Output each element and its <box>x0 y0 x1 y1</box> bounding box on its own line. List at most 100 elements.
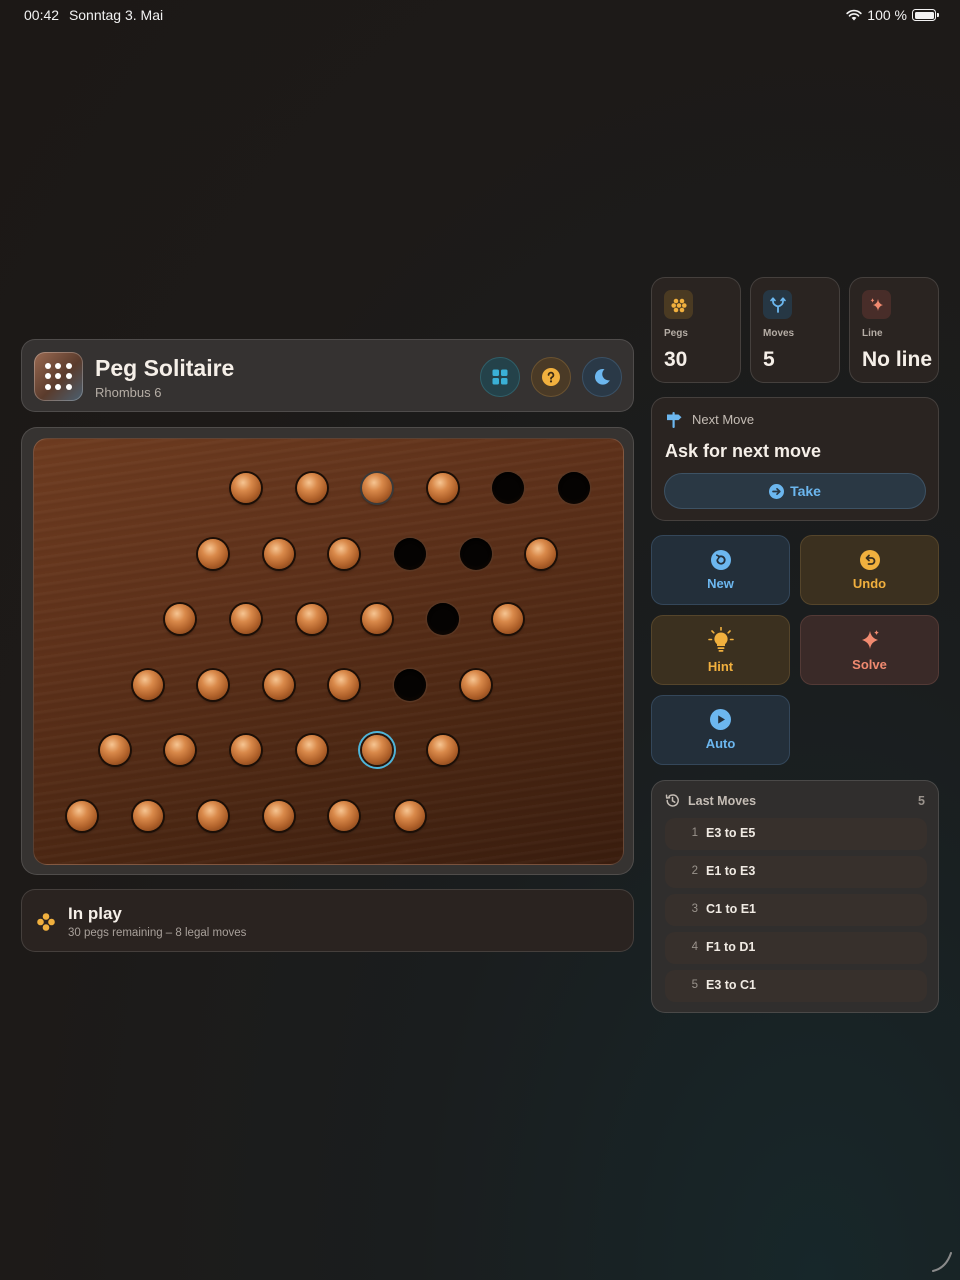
moon-icon <box>594 369 610 385</box>
move-number: 5 <box>691 979 698 991</box>
layout-button[interactable] <box>480 357 520 397</box>
peg[interactable] <box>231 604 261 635</box>
app-icon <box>34 352 83 401</box>
game-status-card: In play 30 pegs remaining – 8 legal move… <box>21 889 634 952</box>
next-move-label: Next Move <box>692 412 755 427</box>
peg[interactable] <box>132 669 163 700</box>
peg[interactable] <box>427 735 458 766</box>
restart-icon <box>710 549 731 570</box>
peg[interactable] <box>165 604 196 635</box>
empty-hole[interactable] <box>394 537 426 570</box>
auto-play-button[interactable]: Auto <box>651 695 790 765</box>
take-button-label: Take <box>790 483 821 499</box>
undo-button[interactable]: Undo <box>800 535 939 605</box>
move-history-item[interactable]: 4 F1 to D1 <box>665 932 927 964</box>
undo-icon <box>859 549 880 570</box>
empty-hole[interactable] <box>492 472 525 504</box>
resize-handle-icon <box>932 1252 952 1272</box>
pegs-cluster-icon <box>37 913 55 931</box>
peg[interactable] <box>231 735 261 766</box>
move-text: E1 to E3 <box>706 864 756 878</box>
peg[interactable] <box>493 604 524 635</box>
peg[interactable] <box>165 735 196 766</box>
peg[interactable] <box>526 538 557 569</box>
status-date: Sonntag 3. Mai <box>68 7 164 23</box>
status-bar: 00:42 Sonntag 3. Mai 100 % <box>0 0 960 30</box>
move-history-item[interactable]: 2 E1 to E3 <box>665 856 927 888</box>
move-history-item[interactable]: 3 C1 to E1 <box>665 894 927 926</box>
last-moves-count: 5 <box>918 794 925 808</box>
move-text: E3 to C1 <box>706 978 757 992</box>
signpost-icon <box>667 412 682 428</box>
move-history-item[interactable]: 5 E3 to C1 <box>665 970 927 1002</box>
battery-percent: 100 % <box>867 7 907 23</box>
peg[interactable] <box>296 473 327 503</box>
peg[interactable] <box>263 801 294 831</box>
empty-hole[interactable] <box>394 668 426 701</box>
last-moves-header: Last Moves <box>665 793 756 808</box>
peg[interactable] <box>198 801 229 831</box>
peg[interactable] <box>296 735 327 766</box>
wifi-icon <box>846 9 862 21</box>
peg[interactable] <box>99 735 130 766</box>
board-frame <box>21 427 634 875</box>
solve-button[interactable]: Solve <box>800 615 939 685</box>
peg[interactable] <box>296 604 327 635</box>
empty-hole[interactable] <box>558 472 590 504</box>
new-game-label: New <box>707 575 734 591</box>
theme-button[interactable] <box>582 357 622 397</box>
last-moves-card: Last Moves 5 1 E3 to E5 2 E1 to E3 3 C1 … <box>651 780 939 1013</box>
grid-icon <box>492 369 508 385</box>
peg[interactable] <box>395 801 425 831</box>
lightbulb-icon <box>707 626 734 652</box>
auto-play-label: Auto <box>705 736 736 751</box>
game-board[interactable] <box>33 438 624 865</box>
stat-moves: Moves 5 <box>750 277 840 383</box>
stat-pegs: Pegs 30 <box>651 277 741 383</box>
peg[interactable] <box>460 669 491 700</box>
status-time: 00:42 <box>24 7 60 23</box>
undo-label: Undo <box>852 575 887 591</box>
peg[interactable] <box>67 801 97 831</box>
move-number: 2 <box>691 865 698 877</box>
peg[interactable] <box>329 669 360 700</box>
empty-hole[interactable] <box>426 603 459 636</box>
take-button[interactable]: Take <box>664 473 926 509</box>
hint-button[interactable]: Hint <box>651 615 790 685</box>
pegs-icon <box>664 290 693 319</box>
peg[interactable] <box>329 538 360 569</box>
history-icon <box>665 794 679 807</box>
stat-label: Line <box>862 328 883 339</box>
stat-line: Line No line <box>849 277 939 383</box>
game-status-title: In play <box>68 904 122 923</box>
next-move-text: Ask for next move <box>665 441 822 461</box>
move-number: 3 <box>691 903 698 915</box>
peg[interactable] <box>198 669 229 700</box>
peg[interactable] <box>362 473 393 503</box>
move-text: C1 to E1 <box>706 902 757 916</box>
peg[interactable] <box>329 801 360 831</box>
peg[interactable] <box>362 604 393 635</box>
peg[interactable] <box>231 473 261 503</box>
move-number: 4 <box>691 941 698 953</box>
peg[interactable] <box>263 538 294 569</box>
stat-label: Pegs <box>664 328 688 339</box>
status-clock: 00:42 Sonntag 3. Mai <box>24 7 169 23</box>
stat-label: Moves <box>763 328 795 339</box>
move-history-item[interactable]: 1 E3 to E5 <box>665 818 927 850</box>
move-text: F1 to D1 <box>706 940 756 954</box>
empty-hole[interactable] <box>459 537 492 570</box>
peg[interactable] <box>132 801 163 831</box>
help-button[interactable] <box>531 357 571 397</box>
move-number: 1 <box>691 827 698 839</box>
solve-label: Solve <box>852 656 887 672</box>
new-game-button[interactable]: New <box>651 535 790 605</box>
peg[interactable] <box>427 473 458 503</box>
peg[interactable] <box>263 669 294 700</box>
selected-peg[interactable] <box>362 735 393 766</box>
peg[interactable] <box>198 538 229 569</box>
sparkle-icon <box>862 290 891 319</box>
stat-value: 5 <box>763 348 775 371</box>
play-icon <box>710 709 731 730</box>
stat-value: No line <box>862 348 933 371</box>
